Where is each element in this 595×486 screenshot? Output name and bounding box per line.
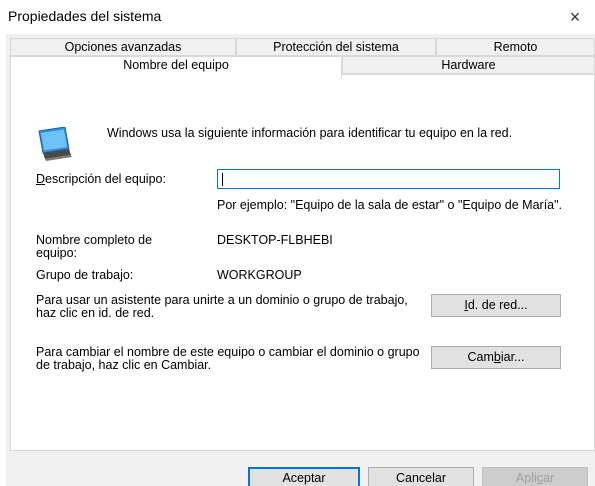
window-title: Propiedades del sistema: [8, 8, 162, 24]
network-id-button[interactable]: Id. de red...: [431, 294, 561, 317]
change-button[interactable]: Cambiar...: [431, 346, 561, 369]
tab-proteccion-del-sistema[interactable]: Protección del sistema: [236, 38, 436, 56]
text-caret: [222, 173, 223, 186]
cancel-button[interactable]: Cancelar: [368, 467, 474, 486]
dialog-body: Opciones avanzadas Protección del sistem…: [6, 34, 595, 486]
tab-remoto[interactable]: Remoto: [436, 38, 595, 56]
tab-nombre-del-equipo[interactable]: Nombre del equipo: [10, 56, 342, 78]
tab-hardware[interactable]: Hardware: [342, 56, 595, 74]
fullname-value: DESKTOP-FLBHEBI: [217, 233, 333, 247]
apply-button[interactable]: Aplicar: [482, 467, 588, 486]
close-icon[interactable]: ×: [555, 0, 595, 34]
fullname-label: Nombre completo de equipo:: [36, 233, 153, 260]
tab-panel: Windows usa la siguiente información par…: [10, 74, 595, 451]
computer-icon: [38, 127, 72, 161]
description-input[interactable]: [217, 169, 560, 189]
network-id-text: Para usar un asistente para unirte a un …: [36, 293, 408, 320]
intro-text: Windows usa la siguiente información par…: [107, 126, 513, 140]
description-label: Descripción del equipo:: [36, 172, 166, 186]
ok-button[interactable]: Aceptar: [248, 467, 360, 486]
rename-text: Para cambiar el nombre de este equipo o …: [36, 345, 420, 372]
example-text: Por ejemplo: "Equipo de la sala de estar…: [217, 198, 563, 212]
tab-opciones-avanzadas[interactable]: Opciones avanzadas: [10, 38, 236, 56]
workgroup-label: Grupo de trabajo:: [36, 268, 134, 282]
title-bar: Propiedades del sistema ×: [0, 0, 595, 34]
workgroup-value: WORKGROUP: [217, 268, 302, 282]
